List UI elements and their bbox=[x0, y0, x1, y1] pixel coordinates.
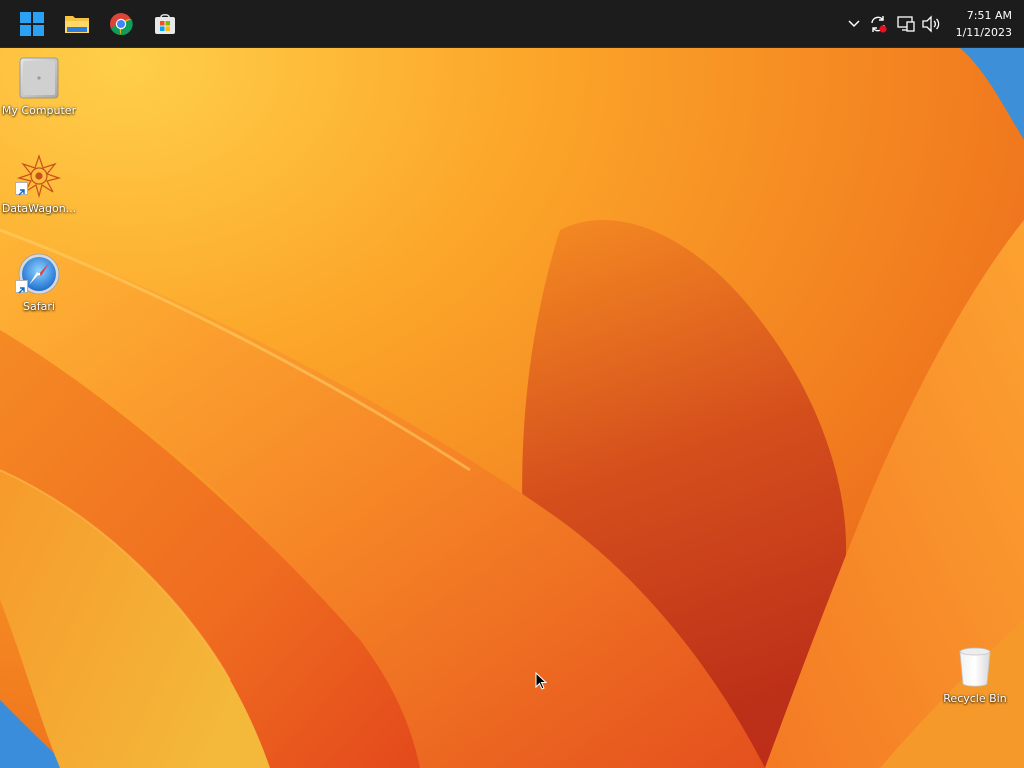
clock-date: 1/11/2023 bbox=[955, 26, 1012, 39]
desktop-icon-datawagon[interactable]: DataWagon... bbox=[1, 150, 77, 230]
clock-time: 7:51 AM bbox=[966, 9, 1012, 22]
shortcut-arrow-icon bbox=[15, 280, 28, 294]
chrome-button[interactable] bbox=[103, 6, 139, 42]
chevron-up-icon[interactable] bbox=[844, 14, 864, 34]
recycle-bin-icon bbox=[959, 647, 991, 687]
system-clock[interactable]: 7:51 AM 1/11/2023 bbox=[942, 7, 1012, 41]
desktop-icon-label: Safari bbox=[23, 300, 55, 313]
start-button[interactable] bbox=[14, 6, 50, 42]
desktop-icon-label: Recycle Bin bbox=[943, 692, 1007, 705]
computer-icon bbox=[19, 57, 59, 99]
microsoft-store-button[interactable] bbox=[147, 6, 183, 42]
volume-icon[interactable] bbox=[921, 14, 941, 34]
desktop-icon-label: DataWagon... bbox=[1, 202, 77, 215]
desktop-icon-safari[interactable]: Safari bbox=[1, 248, 77, 328]
wallpaper bbox=[0, 0, 1024, 768]
desktop-icon-recycle-bin[interactable]: Recycle Bin bbox=[937, 640, 1013, 720]
network-icon[interactable] bbox=[896, 14, 916, 34]
desktop-screen: 7:51 AM 1/11/2023 My Computer DataWagon.… bbox=[0, 0, 1024, 768]
desktop-icon-my-computer[interactable]: My Computer bbox=[1, 52, 77, 132]
mouse-cursor-icon bbox=[535, 672, 547, 690]
windows-logo-icon bbox=[20, 12, 44, 36]
store-icon bbox=[155, 13, 175, 34]
sync-icon[interactable] bbox=[868, 14, 888, 34]
taskbar: 7:51 AM 1/11/2023 bbox=[0, 0, 1024, 48]
folder-icon bbox=[65, 16, 89, 33]
file-explorer-button[interactable] bbox=[59, 6, 95, 42]
desktop-icon-label: My Computer bbox=[1, 104, 77, 117]
shortcut-arrow-icon bbox=[15, 182, 28, 196]
chrome-icon bbox=[110, 13, 133, 36]
